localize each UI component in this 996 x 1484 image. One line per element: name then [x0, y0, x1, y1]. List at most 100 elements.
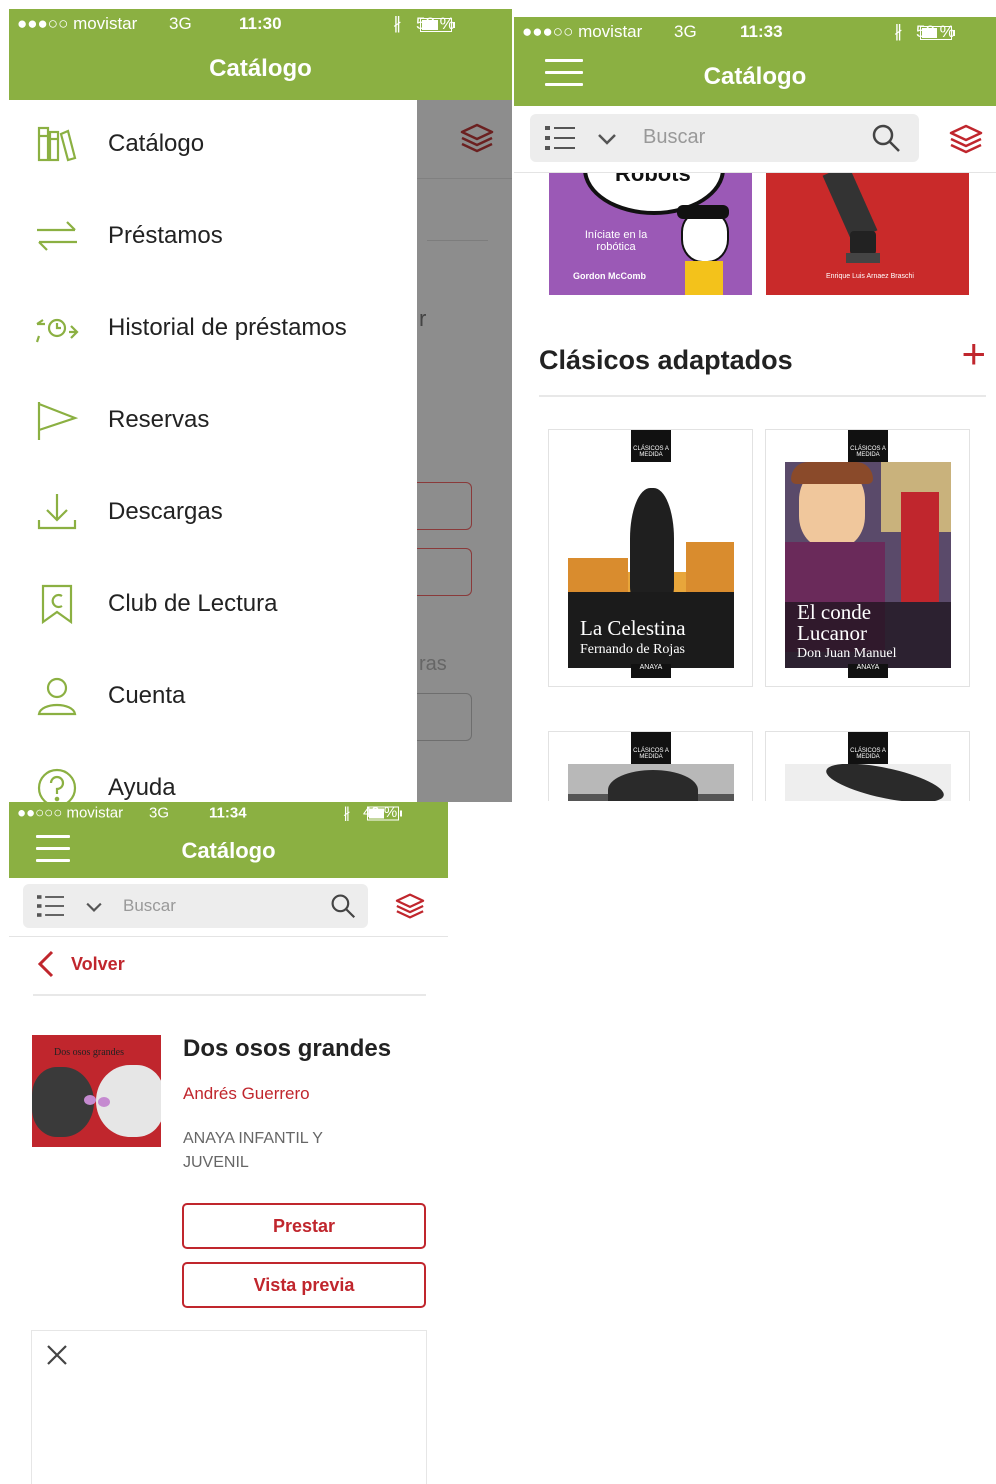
side-drawer: Catálogo Préstamos Historial de préstamo… [9, 100, 417, 802]
book-card[interactable]: CLÁSICOS A MEDIDA [765, 731, 970, 801]
menu-item-label: Cuenta [108, 682, 186, 709]
book-author: Don Juan Manuel [797, 646, 897, 661]
borrow-button[interactable]: Prestar [182, 1203, 426, 1249]
books-icon [37, 126, 77, 162]
divider [417, 178, 512, 179]
time-label: 11:33 [740, 22, 783, 41]
layers-icon[interactable] [948, 123, 984, 155]
series-badge: CLÁSICOS A MEDIDA [631, 430, 671, 462]
cover-title: Dos osos grandes [54, 1047, 124, 1058]
menu-item-label: Historial de préstamos [108, 314, 347, 341]
status-bar: ●●●○○ movistar 3G 11:30 ∦ 52 % [9, 9, 512, 39]
publisher-badge: ANAYA [631, 664, 671, 678]
divider [427, 240, 488, 241]
search-row: Buscar [514, 106, 996, 173]
book-author: Enrique Luis Arnaez Braschi [826, 273, 914, 280]
network-label: 3G [169, 14, 192, 33]
cover-art: El conde Lucanor Don Juan Manuel [785, 462, 951, 668]
search-input[interactable]: Buscar [643, 126, 705, 149]
search-icon[interactable] [330, 893, 356, 919]
add-icon[interactable]: + [961, 333, 986, 375]
bluetooth-icon: ∦ [894, 22, 903, 41]
menu-item-prestamos[interactable]: Préstamos [9, 192, 419, 284]
menu-item-label: Ayuda [108, 774, 176, 801]
menu-item-label: Reservas [108, 406, 210, 433]
menu-item-label: Club de Lectura [108, 590, 278, 617]
layers-icon[interactable] [394, 892, 426, 920]
catalog-content[interactable]: Robots Iníciate en la robótica Gordon Mc… [514, 173, 996, 801]
time-label: 11:30 [239, 14, 282, 33]
bookmark-icon [41, 584, 73, 625]
hidden-text: r [419, 306, 427, 331]
menu-item-descargas[interactable]: Descargas [9, 468, 419, 560]
book-card[interactable]: CLÁSICOS A MEDIDA La Celestina Fernando … [548, 429, 753, 687]
menu-item-ayuda[interactable]: Ayuda [9, 744, 419, 802]
nav-bar: Catálogo [9, 39, 512, 100]
battery-icon [420, 17, 455, 32]
search-icon[interactable] [871, 123, 901, 153]
back-label: Volver [71, 954, 125, 974]
page-title: Catálogo [209, 55, 312, 82]
book-cover-robots[interactable]: Robots Iníciate en la robótica Gordon Mc… [549, 173, 752, 295]
book-title: La Celestina [580, 616, 686, 640]
dimmed-background[interactable]: r ras [417, 100, 512, 802]
book-card[interactable]: CLÁSICOS A MEDIDA [548, 731, 753, 801]
menu-item-historial[interactable]: Historial de préstamos [9, 284, 419, 376]
battery-icon [367, 806, 402, 821]
menu-item-cuenta[interactable]: Cuenta [9, 652, 419, 744]
close-icon[interactable] [46, 1344, 68, 1366]
book-cover-robot-arm[interactable]: Enrique Luis Arnaez Braschi [766, 173, 969, 295]
menu-item-label: Descargas [108, 498, 223, 525]
network-label: 3G [149, 804, 170, 821]
preview-panel [31, 1330, 427, 1484]
hidden-field [417, 482, 472, 530]
carrier-label: ●●●○○ movistar [522, 22, 643, 41]
section-title: Clásicos adaptados [539, 345, 793, 375]
chevron-down-icon[interactable] [597, 132, 617, 146]
bluetooth-icon: ∦ [343, 804, 351, 822]
cover-art: La Celestina Fernando de Rojas [568, 462, 734, 668]
menu-item-catalogo[interactable]: Catálogo [9, 100, 419, 192]
user-icon [37, 677, 77, 716]
book-author: Gordon McComb [573, 271, 646, 281]
hidden-field [417, 693, 472, 741]
page-title: Catálogo [181, 838, 276, 863]
list-view-icon[interactable] [545, 125, 575, 151]
history-icon [35, 318, 79, 343]
chevron-left-icon [37, 950, 54, 978]
layers-icon [460, 123, 494, 153]
hidden-text: ras [419, 653, 447, 675]
menu-item-club-lectura[interactable]: Club de Lectura [9, 560, 419, 652]
menu-item-label: Préstamos [108, 222, 223, 249]
book-author[interactable]: Andrés Guerrero [183, 1084, 310, 1104]
search-bar[interactable]: Buscar [530, 114, 919, 162]
search-row: Buscar [9, 878, 448, 937]
book-cover[interactable]: Dos osos grandes [32, 1035, 161, 1147]
section-header: Clásicos adaptados + [539, 323, 986, 397]
cover-art [785, 764, 951, 801]
book-title: Robots [615, 173, 691, 186]
nav-bar: Catálogo [9, 823, 448, 878]
menu-item-reservas[interactable]: Reservas [9, 376, 419, 468]
series-badge: CLÁSICOS A MEDIDA [631, 732, 671, 764]
time-label: 11:34 [209, 804, 247, 821]
book-card[interactable]: CLÁSICOS A MEDIDA El conde Lucanor Don J… [765, 429, 970, 687]
chevron-down-icon[interactable] [85, 901, 103, 913]
search-bar[interactable]: Buscar [23, 884, 368, 928]
book-title: El conde Lucanor [797, 600, 872, 645]
book-publisher: ANAYA INFANTIL Y JUVENIL [183, 1130, 323, 1171]
download-icon [37, 494, 77, 530]
swap-arrows-icon [37, 221, 77, 251]
back-link[interactable]: Volver [33, 936, 426, 996]
carrier-label: ●●○○○ movistar [17, 804, 124, 821]
list-view-icon[interactable] [37, 894, 64, 918]
search-input[interactable]: Buscar [123, 896, 176, 916]
screen-catalog: ●●●○○ movistar 3G 11:33 ∦ 50 % Catálogo … [514, 17, 996, 801]
network-label: 3G [674, 22, 697, 41]
menu-item-label: Catálogo [108, 130, 205, 157]
book-tagline: Iníciate en la robótica [584, 229, 648, 253]
carrier-label: ●●●○○ movistar [17, 14, 138, 33]
cover-art [568, 764, 734, 801]
preview-button[interactable]: Vista previa [182, 1262, 426, 1308]
status-bar: ●●●○○ movistar 3G 11:33 ∦ 50 % [514, 17, 996, 47]
